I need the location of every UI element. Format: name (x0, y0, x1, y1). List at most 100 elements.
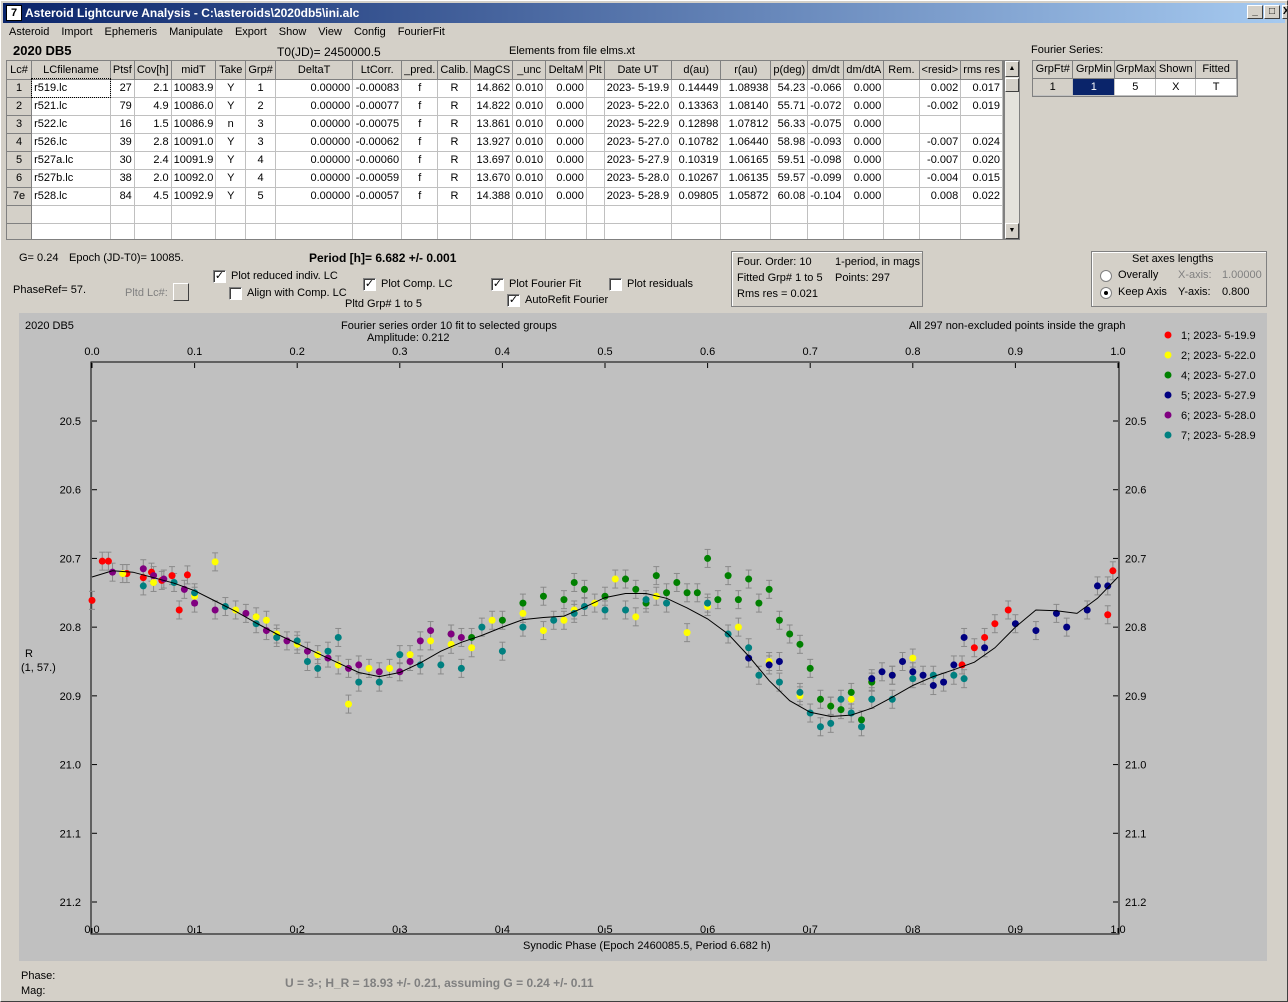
table-cell[interactable] (352, 223, 403, 239)
table-cell[interactable]: 13.861 (470, 115, 514, 134)
table-cell[interactable]: 4 (7, 133, 33, 152)
table-cell[interactable] (401, 205, 439, 224)
table-cell[interactable] (31, 223, 111, 239)
pltd-lc-spinner[interactable] (173, 283, 189, 301)
table-cell[interactable]: f (401, 133, 439, 152)
table-cell[interactable]: 1.06135 (720, 169, 772, 188)
table-cell[interactable]: 0.010 (512, 115, 547, 134)
minimize-button[interactable]: _ (1247, 5, 1263, 19)
table-cell[interactable] (919, 205, 962, 224)
table-cell[interactable] (671, 223, 722, 239)
table-cell[interactable]: 14.822 (470, 97, 514, 116)
table-cell[interactable]: 2023- 5-22.9 (604, 115, 673, 134)
table-cell[interactable]: f (401, 115, 439, 134)
cell-shown[interactable]: X (1155, 78, 1197, 96)
table-cell[interactable] (883, 205, 920, 224)
table-cell[interactable]: -0.075 (807, 115, 845, 134)
table-cell[interactable]: Y (215, 169, 247, 188)
table-cell[interactable] (470, 223, 514, 239)
table-cell[interactable] (770, 205, 809, 224)
table-cell[interactable] (586, 169, 605, 188)
table-cell[interactable]: 56.33 (770, 115, 809, 134)
table-cell[interactable] (671, 205, 722, 224)
table-cell[interactable]: 0.09805 (671, 187, 722, 206)
table-cell[interactable]: 0.10782 (671, 133, 722, 152)
col-header[interactable]: _unc (512, 61, 547, 80)
table-cell[interactable]: 0.000 (545, 115, 587, 134)
table-cell[interactable]: 0.022 (960, 187, 1003, 206)
table-cell[interactable]: 0.10267 (671, 169, 722, 188)
table-cell[interactable]: 2023- 5-28.9 (604, 187, 673, 206)
table-cell[interactable]: 2023- 5-27.9 (604, 151, 673, 170)
table-cell[interactable]: 0.024 (960, 133, 1003, 152)
table-cell[interactable]: 59.51 (770, 151, 809, 170)
table-cell[interactable]: 1.06440 (720, 133, 772, 152)
align-comp-checkbox[interactable] (229, 287, 242, 300)
table-cell[interactable]: 7e (7, 187, 33, 206)
table-cell[interactable] (545, 205, 587, 224)
table-cell[interactable]: -0.002 (919, 97, 962, 116)
table-cell[interactable]: 55.71 (770, 97, 809, 116)
table-cell[interactable]: f (401, 169, 439, 188)
table-cell[interactable]: Y (215, 187, 247, 206)
table-cell[interactable] (843, 205, 885, 224)
table-cell[interactable]: Y (215, 133, 247, 152)
table-cell[interactable]: 0.008 (919, 187, 962, 206)
col-header[interactable]: Cov[h] (134, 61, 172, 80)
table-cell[interactable]: f (401, 151, 439, 170)
table-cell[interactable]: 84 (110, 187, 135, 206)
table-cell[interactable] (215, 223, 247, 239)
table-row[interactable]: 2 r521.lc 79 4.9 10086.0 Y 2 0.00000 -0.00077 f R 1… (7, 97, 1003, 116)
table-cell[interactable] (171, 205, 217, 224)
fourier-series-table[interactable]: GrpFt# GrpMin GrpMax Shown Fitted 1 1 5 … (1032, 60, 1238, 97)
table-cell[interactable] (512, 205, 547, 224)
table-cell[interactable] (586, 115, 605, 134)
table-cell[interactable]: 10092.9 (171, 187, 217, 206)
table-cell[interactable]: 0.000 (545, 133, 587, 152)
table-cell[interactable]: r527b.lc (31, 169, 111, 188)
menu-show[interactable]: Show (273, 24, 313, 38)
table-cell[interactable]: 0.015 (960, 169, 1003, 188)
col-header[interactable]: r(au) (720, 61, 772, 80)
table-cell[interactable]: 2023- 5-22.0 (604, 97, 673, 116)
lightcurve-table[interactable]: Lc# LCfilename Ptsf Cov[h] midT Take Grp# Delta… (6, 60, 1004, 240)
table-cell[interactable]: 10091.9 (171, 151, 217, 170)
table-cell[interactable]: 1.06165 (720, 151, 772, 170)
table-cell[interactable] (586, 79, 605, 98)
lightcurve-plot-panel[interactable] (19, 313, 1267, 961)
table-row[interactable]: 5 r527a.lc 30 2.4 10091.9 Y 4 0.00000 -0.00060 f R… (7, 151, 1003, 170)
table-cell[interactable] (7, 223, 33, 239)
table-cell[interactable]: 0.000 (843, 97, 885, 116)
table-cell[interactable]: 4.9 (134, 97, 172, 116)
table-cell[interactable]: 4 (245, 151, 277, 170)
table-cell[interactable]: f (401, 187, 439, 206)
table-cell[interactable]: f (401, 79, 439, 98)
table-cell[interactable]: -0.00075 (352, 115, 403, 134)
table-cell[interactable] (960, 205, 1003, 224)
table-cell[interactable]: 10086.0 (171, 97, 217, 116)
table-cell[interactable] (770, 223, 809, 239)
table-cell[interactable]: 13.670 (470, 169, 514, 188)
plot-reduced-checkbox[interactable]: ✓ (213, 270, 226, 283)
table-cell[interactable]: 0.000 (545, 151, 587, 170)
menu-ephemeris[interactable]: Ephemeris (99, 24, 164, 38)
menu-import[interactable]: Import (55, 24, 98, 38)
table-cell[interactable]: 3 (245, 133, 277, 152)
table-cell[interactable]: 10083.9 (171, 79, 217, 98)
table-row[interactable]: 1 r519.lc 27 2.1 10083.9 Y 1 0.00000 -0.00083 f R 1… (7, 78, 1003, 98)
table-cell[interactable] (275, 205, 354, 224)
table-cell[interactable]: R (437, 151, 472, 170)
table-cell[interactable] (586, 133, 605, 152)
table-cell[interactable] (110, 205, 135, 224)
table-cell[interactable]: 2.1 (134, 79, 172, 98)
table-cell[interactable]: 0.000 (545, 79, 587, 98)
table-cell[interactable]: R (437, 187, 472, 206)
table-cell[interactable]: -0.007 (919, 151, 962, 170)
table-cell[interactable]: -0.066 (807, 79, 845, 98)
table-cell[interactable]: Y (215, 97, 247, 116)
table-cell[interactable]: 1.07812 (720, 115, 772, 134)
menu-view[interactable]: View (312, 24, 348, 38)
table-cell[interactable] (586, 187, 605, 206)
menu-asteroid[interactable]: Asteroid (3, 24, 55, 38)
table-cell[interactable]: 0.010 (512, 187, 547, 206)
